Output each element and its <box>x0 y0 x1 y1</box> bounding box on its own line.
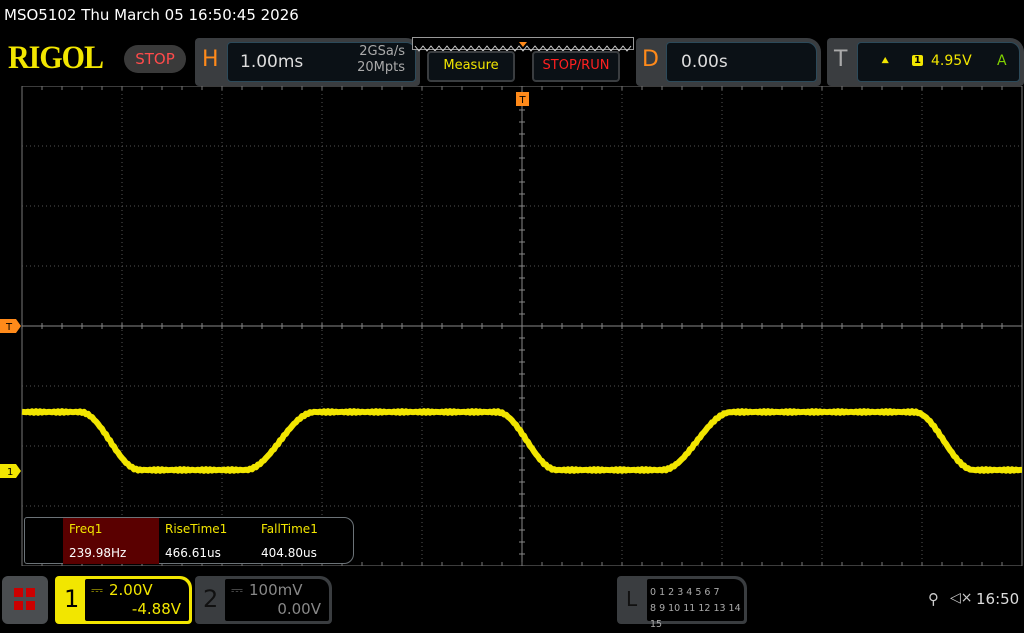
horizontal-label: H <box>202 47 219 72</box>
svg-text:T: T <box>518 95 526 106</box>
delay-panel[interactable]: D 0.00s <box>636 38 821 86</box>
trigger-label: T <box>834 47 848 72</box>
measurement-panel: Freq1 239.98Hz RiseTime1 466.61us FallTime… <box>24 517 354 564</box>
stop-run-button[interactable]: STOP/RUN <box>532 51 620 82</box>
graticule <box>21 86 1023 566</box>
channel1-panel[interactable]: 1 ⎓ 2.00V -4.88V <box>55 576 192 624</box>
trigger-position-marker <box>519 42 527 47</box>
memory-depth: 20Mpts <box>357 60 405 75</box>
horizontal-panel[interactable]: H 1.00ms 2GSa/s 20Mpts <box>195 38 420 86</box>
dc-coupling-icon: ⎓ <box>91 581 103 599</box>
trigger-level-marker: T <box>0 319 21 333</box>
logic-label: L <box>626 587 638 611</box>
channel1-offset: -4.88V <box>131 600 181 618</box>
rising-edge-icon: ⯅ <box>880 54 891 69</box>
channel2-offset: 0.00V <box>277 600 321 618</box>
dc-coupling-icon: ⎓ <box>231 581 243 599</box>
trigger-source: 1 <box>912 55 923 66</box>
svg-text:1: 1 <box>7 467 13 478</box>
measurement-freq1[interactable]: Freq1 239.98Hz <box>63 518 159 564</box>
menu-button[interactable] <box>2 576 48 624</box>
delay-label: D <box>642 47 659 72</box>
svg-text:T: T <box>5 322 13 333</box>
logic-panel[interactable]: L 0 1 2 3 4 5 6 7 8 9 10 11 12 13 14 15 <box>617 576 747 630</box>
delay-value: 0.00s <box>681 52 728 72</box>
waveform-display[interactable]: T T 1 <box>0 86 1024 566</box>
speaker-muted-icon[interactable]: ◁× <box>950 590 973 606</box>
channel2-scale: 100mV <box>249 581 303 599</box>
logic-channels-0-7: 0 1 2 3 4 5 6 7 <box>650 587 720 598</box>
trigger-mode: A <box>997 53 1007 69</box>
logic-channels-8-15: 8 9 10 11 12 13 14 15 <box>650 603 741 630</box>
trigger-time-marker: T <box>516 92 529 106</box>
run-state-badge[interactable]: STOP <box>124 45 186 73</box>
usb-icon: ⚲ <box>928 590 939 608</box>
clock: 16:50 <box>976 590 1020 608</box>
channel1-scale: 2.00V <box>109 581 153 599</box>
timebase-value: 1.00ms <box>240 52 304 72</box>
horizontal-info: 1.00ms 2GSa/s 20Mpts <box>227 42 416 82</box>
measurement-risetime1[interactable]: RiseTime1 466.61us <box>159 518 255 564</box>
trigger-level: 4.95V <box>931 53 972 69</box>
measure-button[interactable]: Measure <box>427 51 515 82</box>
window-title: MSO5102 Thu March 05 16:50:45 2026 <box>4 6 299 24</box>
memory-position-bar[interactable] <box>412 37 634 52</box>
measurement-falltime1[interactable]: FallTime1 404.80us <box>255 518 351 564</box>
channel2-panel[interactable]: 2 ⎓ 100mV 0.00V <box>195 576 332 624</box>
rigol-logo: RIGOL <box>8 39 104 76</box>
channel1-number: 1 <box>64 585 80 613</box>
trigger-panel[interactable]: T ⯅ 1 4.95V A <box>827 38 1024 86</box>
sample-rate: 2GSa/s <box>359 44 405 59</box>
channel1-ground-marker: 1 <box>0 464 21 478</box>
channel2-number: 2 <box>203 585 219 613</box>
